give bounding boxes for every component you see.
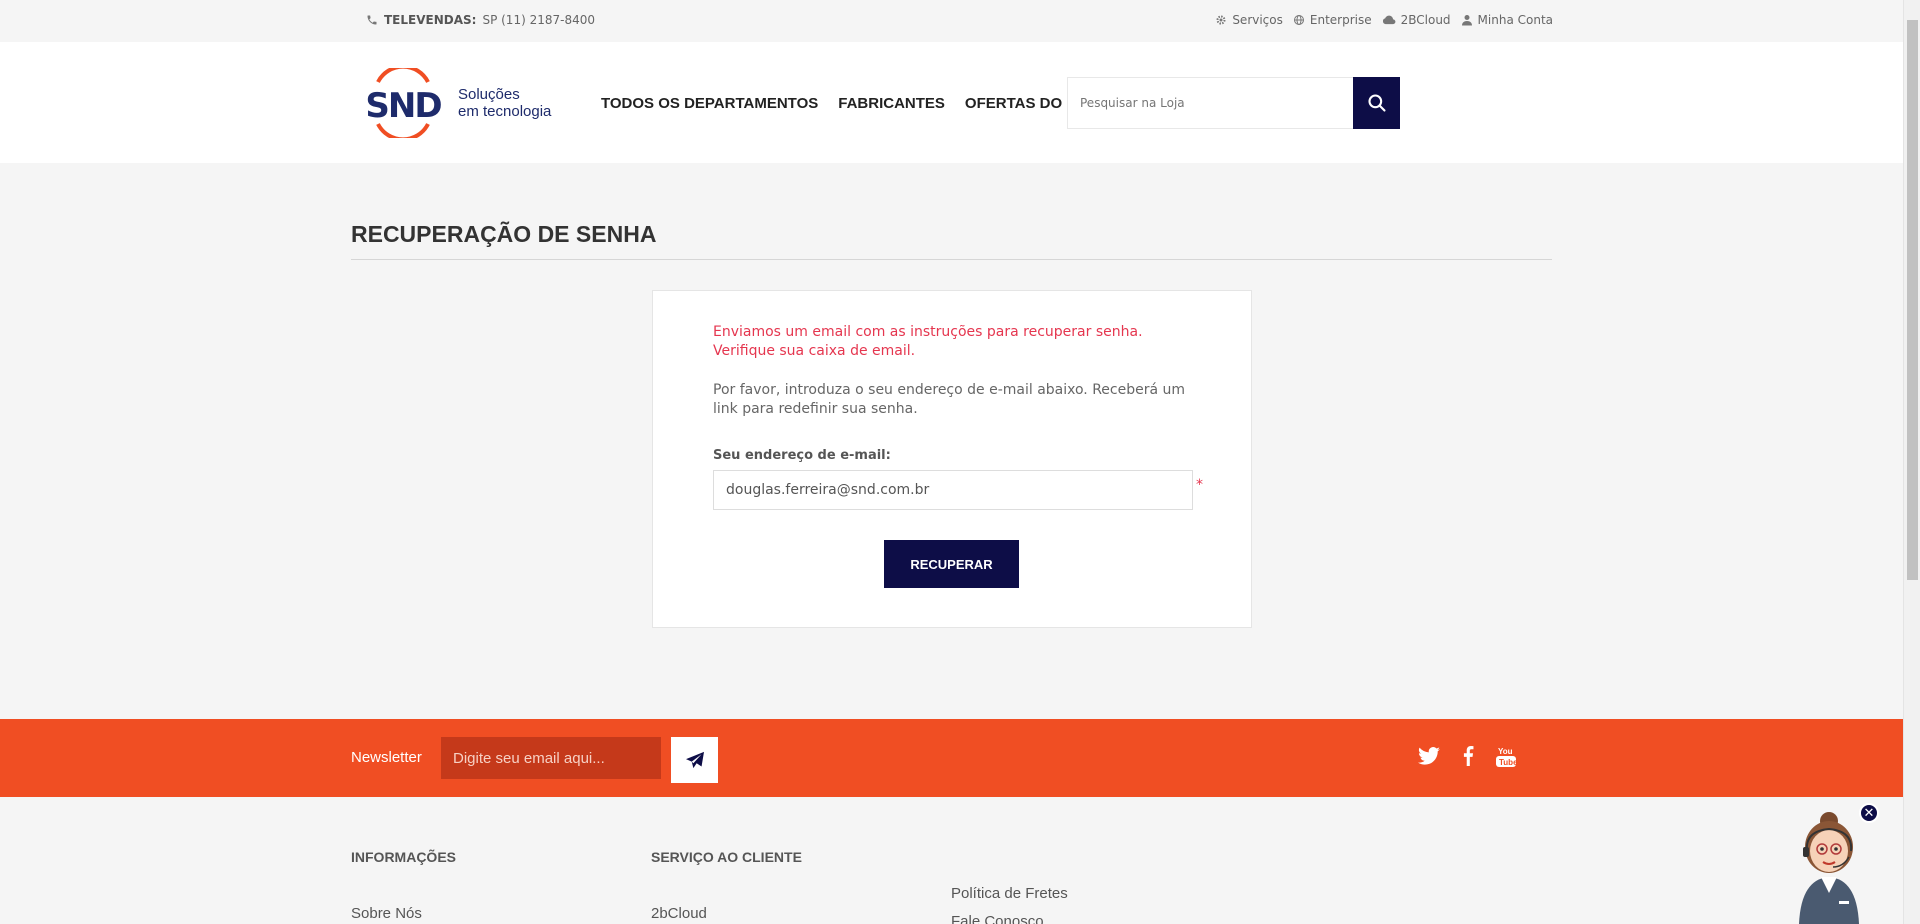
password-recovery-card: Enviamos um email com as instruções para… [652, 290, 1252, 628]
logo-tagline-line1: Soluções [458, 86, 520, 103]
footer-link-sobre-nos[interactable]: Sobre Nós [351, 905, 422, 922]
top-bar: TELEVENDAS: SP (11) 2187-8400 Serviços E… [0, 0, 1903, 42]
assistant-avatar-icon [1799, 812, 1859, 924]
twitter-icon[interactable] [1418, 746, 1440, 766]
chat-assistant-widget[interactable]: ✕ [1793, 803, 1879, 924]
top-link-enterprise[interactable]: Enterprise [1293, 13, 1372, 27]
newsletter-bar: Newsletter You Tube [0, 719, 1903, 797]
footer: INFORMAÇÕES Sobre Nós SERVIÇO AO CLIENTE… [0, 797, 1903, 924]
gear-icon [1216, 15, 1226, 25]
email-label: Seu endereço de e-mail: [713, 448, 891, 463]
top-link-label: Minha Conta [1477, 13, 1553, 27]
search-bar [1067, 77, 1405, 129]
top-links: Serviços Enterprise 2BCloud Minha Conta [1215, 13, 1553, 27]
top-link-2bcloud[interactable]: 2BCloud [1382, 13, 1451, 27]
send-icon [685, 751, 704, 769]
top-link-minha-conta[interactable]: Minha Conta [1461, 13, 1553, 27]
top-link-label: 2BCloud [1400, 13, 1451, 27]
main-content: RECUPERAÇÃO DE SENHA Enviamos um email c… [0, 163, 1903, 719]
main-nav: TODOS OS DEPARTAMENTOS FABRICANTES OFERT… [601, 95, 1092, 112]
search-icon [1367, 94, 1386, 112]
title-divider [351, 259, 1552, 260]
search-input[interactable] [1067, 77, 1353, 129]
instructions-text: Por favor, introduza o seu endereço de e… [713, 382, 1186, 417]
snd-logo-mark: SND [365, 68, 443, 138]
facebook-icon[interactable] [1462, 746, 1474, 766]
nav-fabricantes[interactable]: FABRICANTES [838, 95, 945, 112]
scrollbar-thumb[interactable] [1907, 20, 1918, 580]
social-links: You Tube [1418, 746, 1516, 768]
phone-label: TELEVENDAS: [384, 13, 477, 27]
page: TELEVENDAS: SP (11) 2187-8400 Serviços E… [0, 0, 1903, 924]
newsletter-email-input[interactable] [441, 737, 661, 779]
cloud-icon [1382, 15, 1396, 25]
user-icon [1461, 15, 1472, 26]
top-link-servicos[interactable]: Serviços [1215, 13, 1283, 27]
logo-tagline-line2: em tecnologia [458, 103, 552, 120]
nav-todos-departamentos[interactable]: TODOS OS DEPARTAMENTOS [601, 95, 818, 112]
phone-number: SP (11) 2187-8400 [482, 13, 595, 27]
success-message: Enviamos um email com as instruções para… [713, 324, 1143, 359]
page-title: RECUPERAÇÃO DE SENHA [351, 221, 657, 247]
required-marker: * [1196, 477, 1203, 493]
footer-link-fale-conosco[interactable]: Fale Conosco [951, 913, 1044, 924]
youtube-icon[interactable]: You Tube [1496, 746, 1516, 768]
logo-tagline: Soluções em tecnologia [458, 86, 551, 120]
phone-info: TELEVENDAS: SP (11) 2187-8400 [366, 13, 595, 27]
top-link-label: Enterprise [1309, 13, 1372, 27]
newsletter-label: Newsletter [351, 749, 422, 766]
page-scrollbar[interactable] [1903, 0, 1920, 924]
svg-text:SND: SND [365, 86, 441, 126]
chat-close-icon[interactable]: ✕ [1859, 803, 1879, 823]
footer-link-2bcloud[interactable]: 2bCloud [651, 905, 707, 922]
footer-link-politica-fretes[interactable]: Política de Fretes [951, 885, 1068, 902]
logo[interactable]: SND Soluções em tecnologia [358, 68, 551, 138]
footer-heading-informacoes: INFORMAÇÕES [351, 849, 456, 865]
email-field[interactable] [713, 470, 1193, 510]
recover-button[interactable]: RECUPERAR [884, 540, 1019, 588]
phone-icon [367, 15, 377, 25]
svg-text:Tube: Tube [1499, 758, 1516, 767]
header: SND Soluções em tecnologia TODOS OS DEPA… [0, 42, 1903, 163]
footer-heading-servico-cliente: SERVIÇO AO CLIENTE [651, 849, 802, 865]
search-button[interactable] [1353, 77, 1400, 129]
svg-text:You: You [1498, 747, 1513, 756]
top-link-label: Serviços [1232, 13, 1283, 27]
globe-icon [1293, 15, 1304, 25]
newsletter-submit-button[interactable] [671, 737, 718, 783]
